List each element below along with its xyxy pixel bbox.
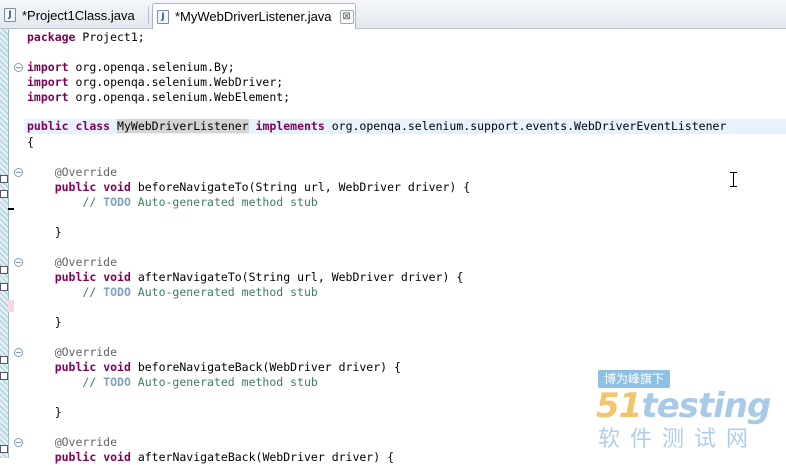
code-line-method-signature[interactable]: public void beforeNavigateBack(WebDriver… bbox=[27, 360, 401, 375]
code-line-annotation[interactable]: @Override bbox=[27, 255, 117, 270]
fold-toggle-icon[interactable]: − bbox=[14, 438, 23, 447]
code-line-comment[interactable]: // TODO Auto-generated method stub bbox=[27, 375, 317, 390]
change-marker-icon bbox=[8, 208, 14, 210]
code-line-import[interactable]: import org.openqa.selenium.WebDriver; bbox=[27, 75, 283, 90]
bookmark-marker-icon[interactable] bbox=[0, 266, 8, 274]
bookmark-marker-icon[interactable] bbox=[0, 283, 8, 291]
code-line-import[interactable]: import org.openqa.selenium.By; bbox=[27, 60, 235, 75]
code-line-comment[interactable]: // TODO Auto-generated method stub bbox=[27, 285, 317, 300]
code-line-method-signature[interactable]: public void afterNavigateTo(String url, … bbox=[27, 270, 464, 285]
text-cursor-icon bbox=[730, 172, 737, 187]
code-line-close-brace[interactable]: } bbox=[27, 315, 62, 330]
code-line-package[interactable]: package Project1; bbox=[27, 30, 145, 45]
editor-tab-bar: J *Project1Class.java J *MyWebDriverList… bbox=[0, 0, 786, 29]
java-file-icon: J bbox=[157, 9, 169, 24]
fold-toggle-icon[interactable]: − bbox=[14, 63, 23, 72]
fold-toggle-icon[interactable]: − bbox=[14, 168, 23, 177]
watermark-logo: 51testing bbox=[596, 386, 771, 426]
bookmark-marker-icon[interactable] bbox=[0, 372, 8, 380]
tab-project1class[interactable]: J *Project1Class.java bbox=[0, 3, 148, 27]
bookmark-marker-icon[interactable] bbox=[0, 445, 8, 453]
watermark-subtitle: 软件测试网 bbox=[598, 427, 759, 452]
quick-diff-marker bbox=[8, 300, 14, 312]
code-line-class-declaration[interactable]: public class MyWebDriverListener impleme… bbox=[27, 119, 726, 134]
code-line-method-signature[interactable]: public void beforeNavigateTo(String url,… bbox=[27, 180, 470, 195]
tab-separator bbox=[148, 6, 149, 24]
fold-toggle-icon[interactable]: − bbox=[14, 258, 23, 267]
code-line-close-brace[interactable]: } bbox=[27, 225, 62, 240]
java-file-icon: J bbox=[4, 8, 16, 22]
tab-mywebdriverlistener[interactable]: J *MyWebDriverListener.java ⊠ bbox=[152, 3, 356, 29]
annotation-ruler bbox=[0, 29, 9, 458]
tab-label: *MyWebDriverListener.java bbox=[175, 9, 332, 24]
code-line-open-brace[interactable]: { bbox=[27, 135, 34, 150]
code-line-annotation[interactable]: @Override bbox=[27, 165, 117, 180]
tab-label: *Project1Class.java bbox=[22, 7, 135, 23]
close-tab-icon[interactable]: ⊠ bbox=[339, 9, 354, 24]
code-line-comment[interactable]: // TODO Auto-generated method stub bbox=[27, 195, 317, 210]
code-line-annotation[interactable]: @Override bbox=[27, 435, 117, 450]
code-line-close-brace[interactable]: } bbox=[27, 405, 62, 420]
class-name: MyWebDriverListener bbox=[117, 119, 249, 133]
code-line-import[interactable]: import org.openqa.selenium.WebElement; bbox=[27, 90, 290, 105]
code-line-annotation[interactable]: @Override bbox=[27, 345, 117, 360]
bookmark-marker-icon[interactable] bbox=[0, 190, 8, 198]
bookmark-marker-icon[interactable] bbox=[0, 356, 8, 364]
bookmark-marker-icon[interactable] bbox=[0, 175, 8, 183]
fold-toggle-icon[interactable]: − bbox=[14, 348, 23, 357]
